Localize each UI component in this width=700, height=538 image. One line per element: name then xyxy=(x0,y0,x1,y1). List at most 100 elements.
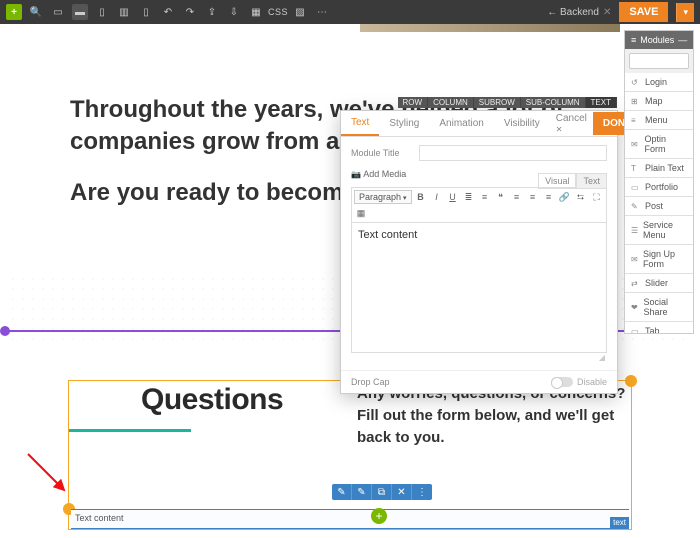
text-editor-panel: ROW COLUMN SUBROW SUB-COLUMN TEXT Text S… xyxy=(340,110,618,394)
desktop-icon[interactable]: ▭ xyxy=(50,4,66,20)
module-item-label: Sign Up Form xyxy=(643,249,687,269)
row-handle[interactable] xyxy=(0,326,10,336)
module-item-tab[interactable]: ▭Tab xyxy=(625,322,693,333)
annotation-arrow xyxy=(24,450,70,496)
mode-text[interactable]: Text xyxy=(576,173,607,189)
resize-handle[interactable]: ◢ xyxy=(351,353,607,362)
more-icon[interactable]: ⋯ xyxy=(314,4,330,20)
delete-icon[interactable]: ✕ xyxy=(392,484,412,500)
cancel-button[interactable]: Cancel xyxy=(550,113,593,135)
save-button[interactable]: SAVE xyxy=(619,2,668,22)
fullscreen-icon[interactable]: ⛶ xyxy=(590,190,604,204)
undo-icon[interactable]: ↶ xyxy=(160,4,176,20)
modules-panel: ≡ Modules — ↺Login⊞Map≡Menu✉Optin FormTP… xyxy=(624,30,694,334)
module-item-sign-up-form[interactable]: ✉ Sign Up Form xyxy=(625,245,693,274)
new-text-block[interactable]: Text content text xyxy=(71,509,629,529)
map-icon: ⊞ xyxy=(631,97,641,106)
bullet-list-icon[interactable]: ≣ xyxy=(462,190,476,204)
toggle-switch-icon[interactable] xyxy=(551,377,573,387)
backend-link[interactable]: Backend✕ xyxy=(547,7,611,18)
link-icon[interactable]: 🔗 xyxy=(558,190,572,204)
layout-icon[interactable]: ▦ xyxy=(248,4,264,20)
module-item-portfolio[interactable]: ▭Portfolio xyxy=(625,178,693,197)
sign-up-form-icon: ✉ xyxy=(631,255,639,264)
edit-icon[interactable]: ✎ xyxy=(332,484,352,500)
content-textarea[interactable]: Text content xyxy=(351,223,607,353)
module-item-post[interactable]: ✎Post xyxy=(625,197,693,216)
module-item-service-menu[interactable]: ☰Service Menu xyxy=(625,216,693,245)
tab-visibility[interactable]: Visibility xyxy=(494,112,550,135)
quote-icon[interactable]: ❝ xyxy=(494,190,508,204)
format-select[interactable]: Paragraph xyxy=(354,190,412,204)
crumb-subrow[interactable]: SUBROW xyxy=(474,97,521,108)
module-item-optin-form[interactable]: ✉Optin Form xyxy=(625,130,693,159)
module-item-label: Plain Text xyxy=(645,163,684,173)
module-item-login[interactable]: ↺Login xyxy=(625,73,693,92)
crumb-column[interactable]: COLUMN xyxy=(428,97,474,108)
crumb-text[interactable]: TEXT xyxy=(586,97,617,108)
new-text-block-label: Text content xyxy=(75,513,124,523)
module-item-label: Slider xyxy=(645,278,668,288)
module-item-menu[interactable]: ≡Menu xyxy=(625,111,693,130)
questions-row[interactable]: Questions Any worries, questions, or con… xyxy=(68,380,632,530)
bold-icon[interactable]: B xyxy=(414,190,428,204)
heading-underline xyxy=(69,429,191,432)
tablet-icon[interactable]: ▯ xyxy=(94,4,110,20)
duplicate-icon[interactable]: ⧉ xyxy=(372,484,392,500)
tablet-landscape-icon[interactable]: ▬ xyxy=(72,4,88,20)
tab-text[interactable]: Text xyxy=(341,111,379,136)
crumb-subcolumn[interactable]: SUB-COLUMN xyxy=(521,97,586,108)
top-toolbar: + 🔍 ▭ ▬ ▯ ▥ ▯ ↶ ↷ ⇪ ⇩ ▦ CSS ▨ ⋯ Backend✕… xyxy=(0,0,700,24)
hero-image xyxy=(360,24,620,32)
add-button[interactable]: + xyxy=(6,4,22,20)
tab-styling[interactable]: Styling xyxy=(379,112,429,135)
unlink-icon[interactable]: ⮀ xyxy=(574,190,588,204)
post-icon: ✎ xyxy=(631,202,641,211)
mobile-icon[interactable]: ▯ xyxy=(138,4,154,20)
close-icon[interactable]: ✕ xyxy=(603,7,611,18)
split-icon[interactable]: ▥ xyxy=(116,4,132,20)
module-title-label: Module Title xyxy=(351,148,411,158)
align-right-icon[interactable]: ≡ xyxy=(542,190,556,204)
module-item-map[interactable]: ⊞Map xyxy=(625,92,693,111)
element-action-bar: ✎ ✎ ⧉ ✕ ⋮ xyxy=(332,484,432,500)
align-left-icon[interactable]: ≡ xyxy=(510,190,524,204)
save-dropdown[interactable]: ▾ xyxy=(676,3,694,22)
underline-icon[interactable]: U xyxy=(446,190,460,204)
minimize-icon[interactable]: — xyxy=(678,35,687,45)
crumb-row[interactable]: ROW xyxy=(398,97,429,108)
module-item-plain-text[interactable]: T Plain Text xyxy=(625,159,693,178)
disable-toggle[interactable]: Disable xyxy=(551,377,607,387)
module-title-input[interactable] xyxy=(419,145,607,161)
module-item-social-share[interactable]: ❤Social Share xyxy=(625,293,693,322)
editor-body: Module Title Add Media Visual Text Parag… xyxy=(341,137,617,370)
redo-icon[interactable]: ↷ xyxy=(182,4,198,20)
modules-search-input[interactable] xyxy=(629,53,689,69)
editor-tabs: Text Styling Animation Visibility Cancel… xyxy=(341,111,617,137)
numbered-list-icon[interactable]: ≡ xyxy=(478,190,492,204)
style-icon[interactable]: ✎ xyxy=(352,484,372,500)
module-item-slider[interactable]: ⇄ Slider xyxy=(625,274,693,293)
modules-title: Modules xyxy=(640,35,674,45)
import-icon[interactable]: ⇩ xyxy=(226,4,242,20)
toolbar-toggle-icon[interactable]: ▦ xyxy=(354,206,368,220)
slider-icon: ⇄ xyxy=(631,279,641,288)
plain-text-icon: T xyxy=(631,164,641,173)
mode-visual[interactable]: Visual xyxy=(538,173,576,189)
module-item-label: Optin Form xyxy=(644,134,687,154)
toolbar-left: + 🔍 ▭ ▬ ▯ ▥ ▯ ↶ ↷ ⇪ ⇩ ▦ CSS ▨ ⋯ xyxy=(6,4,547,20)
image-icon[interactable]: ▨ xyxy=(292,4,308,20)
css-button[interactable]: CSS xyxy=(270,4,286,20)
modules-header[interactable]: ≡ Modules — xyxy=(625,31,693,49)
drag-icon[interactable]: ⋮ xyxy=(412,484,432,500)
italic-icon[interactable]: I xyxy=(430,190,444,204)
add-media-button[interactable]: Add Media xyxy=(351,169,406,179)
module-item-label: Social Share xyxy=(644,297,687,317)
portfolio-icon: ▭ xyxy=(631,183,641,192)
export-icon[interactable]: ⇪ xyxy=(204,4,220,20)
editor-mode-switch: Visual Text xyxy=(538,173,607,189)
add-module-button[interactable]: + xyxy=(371,508,387,524)
search-icon[interactable]: 🔍 xyxy=(28,4,44,20)
tab-animation[interactable]: Animation xyxy=(429,112,493,135)
align-center-icon[interactable]: ≡ xyxy=(526,190,540,204)
